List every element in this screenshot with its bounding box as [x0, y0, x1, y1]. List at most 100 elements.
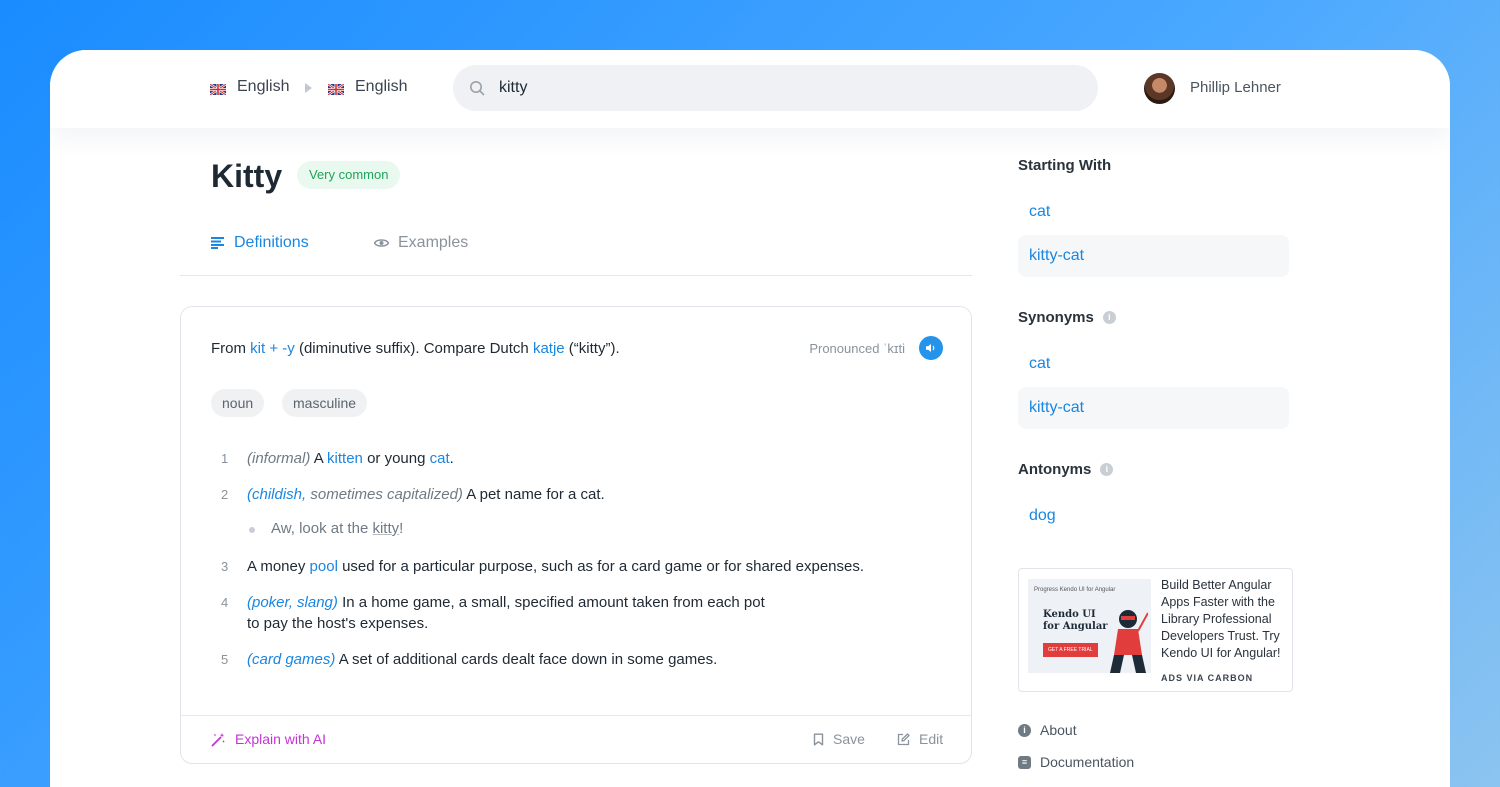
- definition-link-kitten[interactable]: kitten: [327, 450, 363, 467]
- tag-chip-noun[interactable]: noun: [211, 389, 265, 417]
- tab-examples-label: Examples: [398, 234, 469, 251]
- definition-link-cat[interactable]: cat: [430, 450, 450, 467]
- antonyms-title: Antonyms: [1018, 461, 1092, 478]
- pronunciation: Pronounced ˈkɪti: [809, 341, 905, 356]
- list-icon: [211, 237, 224, 249]
- tabs-divider: [180, 275, 972, 276]
- target-language-selector[interactable]: English: [327, 78, 408, 96]
- definition-label-link[interactable]: (childish,: [247, 486, 306, 503]
- ninja-illustration-icon: [1110, 610, 1148, 673]
- starting-with-item-kitty-cat[interactable]: kitty-cat: [1018, 235, 1289, 277]
- starting-with-heading: Starting With: [1018, 157, 1111, 174]
- definition-text: (informal) A kitten or young cat.: [247, 448, 787, 469]
- speaker-icon: [926, 344, 935, 352]
- definition-label: (informal): [247, 450, 311, 467]
- definition-number: 2: [221, 487, 229, 502]
- synonym-item-kitty-cat[interactable]: kitty-cat: [1018, 387, 1289, 429]
- antonyms-heading: Antonyms i: [1018, 461, 1114, 478]
- app-window: English English Phillip Lehner Kitty Ver…: [50, 50, 1450, 787]
- ad-brand: Progress Kendo UI for Angular: [1034, 587, 1116, 593]
- definition-text-part: or young: [367, 450, 426, 467]
- starting-with-item-cat[interactable]: cat: [1018, 191, 1289, 233]
- tab-definitions-label: Definitions: [234, 234, 309, 251]
- ad-via-carbon[interactable]: ADS VIA CARBON: [1161, 673, 1253, 683]
- source-language-label: English: [237, 78, 290, 95]
- tab-definitions[interactable]: Definitions: [211, 234, 309, 252]
- definition-label: sometimes capitalized): [310, 486, 463, 503]
- tag-chip-masculine[interactable]: masculine: [282, 389, 368, 417]
- target-language-label: English: [355, 78, 408, 95]
- edit-icon: [897, 732, 910, 745]
- definition-text-part: .: [449, 450, 454, 467]
- definition-text: (childish, sometimes capitalized) A pet …: [247, 484, 787, 505]
- search-input[interactable]: [499, 65, 1059, 111]
- tab-examples[interactable]: Examples: [374, 234, 468, 252]
- edit-label: Edit: [919, 731, 944, 747]
- document-icon: ≡: [1018, 755, 1031, 769]
- uk-flag-icon: [209, 82, 227, 96]
- info-icon[interactable]: i: [1102, 311, 1116, 324]
- definition-number: 1: [221, 451, 229, 466]
- definition-text-part: used for a particular purpose, such as f…: [342, 558, 865, 575]
- etymology-text: (diminutive suffix). Compare Dutch: [298, 340, 529, 357]
- etymology-link-katje[interactable]: katje: [533, 340, 565, 357]
- magic-wand-icon: [211, 732, 225, 746]
- definition-text-part: A pet name for a cat.: [466, 486, 605, 503]
- etymology: From kit + -y (diminutive suffix). Compa…: [211, 340, 620, 357]
- definition-number: 4: [221, 595, 229, 610]
- uk-flag-icon: [327, 82, 345, 96]
- definition-link-pool[interactable]: pool: [310, 558, 338, 575]
- info-icon[interactable]: i: [1100, 463, 1114, 476]
- example-text: Aw, look at the: [271, 520, 369, 537]
- etymology-link-kit[interactable]: kit: [250, 340, 265, 357]
- user-name[interactable]: Phillip Lehner: [1190, 79, 1281, 96]
- definition-label-link[interactable]: (card games): [247, 651, 335, 668]
- bookmark-icon: [813, 733, 824, 745]
- save-label: Save: [833, 731, 865, 747]
- definition-text: (poker, slang) In a home game, a small, …: [247, 592, 777, 634]
- example-text: !: [399, 520, 404, 537]
- source-language-selector[interactable]: English: [209, 78, 290, 96]
- ad-headline: Kendo UI for Angular: [1043, 609, 1108, 632]
- explain-with-ai-label: Explain with AI: [235, 731, 327, 747]
- carbon-ad[interactable]: Progress Kendo UI for Angular Kendo UI f…: [1018, 568, 1293, 692]
- definition-number: 5: [221, 652, 229, 667]
- ad-image[interactable]: Progress Kendo UI for Angular Kendo UI f…: [1028, 579, 1151, 673]
- example-bullet: [249, 527, 255, 533]
- page-title: Kitty: [211, 158, 283, 194]
- synonym-item-cat[interactable]: cat: [1018, 343, 1289, 385]
- definition-label-link[interactable]: (poker, slang): [247, 594, 338, 611]
- etymology-gloss: (“kitty”).: [568, 340, 620, 357]
- top-bar: English English Phillip Lehner: [50, 50, 1450, 128]
- about-link[interactable]: i About: [1018, 722, 1077, 738]
- definition-number: 3: [221, 559, 229, 574]
- card-footer-divider: [181, 715, 971, 716]
- etymology-text: From: [211, 340, 246, 357]
- definition-text: A money pool used for a particular purpo…: [247, 556, 927, 577]
- edit-button[interactable]: Edit: [897, 731, 943, 747]
- ad-text[interactable]: Build Better Angular Apps Faster with th…: [1161, 577, 1286, 662]
- synonyms-heading: Synonyms i: [1018, 309, 1116, 326]
- starting-with-title: Starting With: [1018, 157, 1112, 174]
- search-icon: [470, 81, 485, 96]
- etymology-link-suffix[interactable]: -y: [282, 340, 295, 357]
- example-highlight: kitty: [372, 520, 400, 537]
- avatar[interactable]: [1144, 73, 1175, 104]
- ad-cta: GET A FREE TRIAL: [1043, 643, 1098, 657]
- explain-with-ai-button[interactable]: Explain with AI: [211, 731, 326, 747]
- definition-text: (card games) A set of additional cards d…: [247, 649, 787, 670]
- definition-text-part: A: [313, 450, 323, 467]
- info-icon: i: [1018, 723, 1031, 737]
- documentation-link[interactable]: ≡ Documentation: [1018, 754, 1134, 770]
- antonym-item-dog[interactable]: dog: [1018, 495, 1289, 537]
- frequency-badge: Very common: [297, 161, 401, 189]
- play-pronunciation-button[interactable]: [919, 336, 943, 360]
- definition-card: From kit + -y (diminutive suffix). Compa…: [180, 306, 972, 764]
- definition-text-part: A set of additional cards dealt face dow…: [338, 651, 718, 668]
- arrow-right-icon: [305, 83, 312, 93]
- synonyms-title: Synonyms: [1018, 309, 1094, 326]
- definition-text-part: A money: [247, 558, 306, 575]
- search-bar[interactable]: [453, 65, 1098, 111]
- documentation-label: Documentation: [1040, 754, 1135, 770]
- save-button[interactable]: Save: [813, 731, 865, 747]
